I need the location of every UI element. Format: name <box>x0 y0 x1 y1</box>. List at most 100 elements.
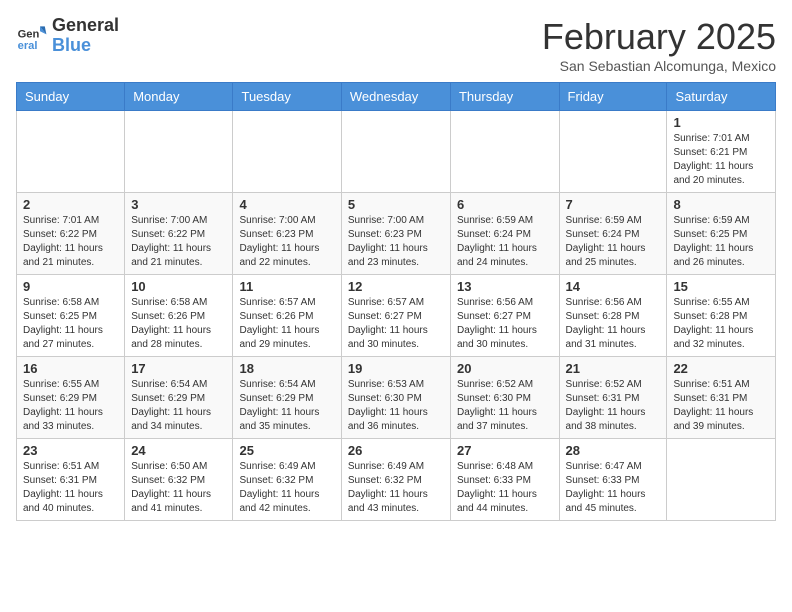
day-info: Sunrise: 6:47 AM Sunset: 6:33 PM Dayligh… <box>566 460 661 516</box>
calendar-day-cell: 26 Sunrise: 6:49 AM Sunset: 6:32 PM Dayli… <box>341 439 450 521</box>
day-info: Sunrise: 6:48 AM Sunset: 6:33 PM Dayligh… <box>457 460 553 516</box>
day-info: Sunrise: 6:51 AM Sunset: 6:31 PM Dayligh… <box>673 378 769 434</box>
calendar-day-cell: 12Sunrise: 6:57 AM Sunset: 6:27 PM Dayli… <box>341 275 450 357</box>
day-info: Sunrise: 7:00 AM Sunset: 6:23 PM Dayligh… <box>239 214 334 270</box>
calendar-day-cell: 10 Sunrise: 6:58 AM Sunset: 6:26 PM Dayli… <box>125 275 233 357</box>
calendar-day-cell: 16 Sunrise: 6:55 AM Sunset: 6:29 PM Dayli… <box>17 357 125 439</box>
calendar-day-cell: 3Sunrise: 7:00 AM Sunset: 6:22 PM Daylig… <box>125 193 233 275</box>
day-info: Sunrise: 6:50 AM Sunset: 6:32 PM Dayligh… <box>131 460 226 516</box>
day-number: 21 <box>566 361 661 376</box>
weekday-header-friday: Friday <box>559 83 667 111</box>
calendar-day-cell: 13 Sunrise: 6:56 AM Sunset: 6:27 PM Dayli… <box>450 275 559 357</box>
calendar-day-cell <box>341 111 450 193</box>
calendar-day-cell: 19 Sunrise: 6:53 AM Sunset: 6:30 PM Dayli… <box>341 357 450 439</box>
svg-text:eral: eral <box>18 40 38 52</box>
calendar-day-cell: 5 Sunrise: 7:00 AM Sunset: 6:23 PM Daylig… <box>341 193 450 275</box>
day-number: 5 <box>348 197 444 212</box>
day-number: 15 <box>673 279 769 294</box>
month-title: February 2025 <box>542 16 776 58</box>
day-info: Sunrise: 6:59 AM Sunset: 6:24 PM Dayligh… <box>457 214 553 270</box>
day-number: 11 <box>239 279 334 294</box>
calendar-day-cell: 25Sunrise: 6:49 AM Sunset: 6:32 PM Dayli… <box>233 439 341 521</box>
location-text: San Sebastian Alcomunga, Mexico <box>542 58 776 74</box>
calendar-day-cell <box>125 111 233 193</box>
calendar-day-cell <box>559 111 667 193</box>
day-info: Sunrise: 6:52 AM Sunset: 6:31 PM Dayligh… <box>566 378 661 434</box>
calendar-table: SundayMondayTuesdayWednesdayThursdayFrid… <box>16 82 776 521</box>
day-number: 6 <box>457 197 553 212</box>
day-info: Sunrise: 7:01 AM Sunset: 6:21 PM Dayligh… <box>673 132 769 188</box>
day-number: 12 <box>348 279 444 294</box>
calendar-day-cell: 2Sunrise: 7:01 AM Sunset: 6:22 PM Daylig… <box>17 193 125 275</box>
calendar-day-cell: 9 Sunrise: 6:58 AM Sunset: 6:25 PM Daylig… <box>17 275 125 357</box>
calendar-week-row: 16 Sunrise: 6:55 AM Sunset: 6:29 PM Dayli… <box>17 357 776 439</box>
calendar-week-row: 2Sunrise: 7:01 AM Sunset: 6:22 PM Daylig… <box>17 193 776 275</box>
weekday-header-wednesday: Wednesday <box>341 83 450 111</box>
day-info: Sunrise: 6:49 AM Sunset: 6:32 PM Dayligh… <box>348 460 444 516</box>
day-number: 7 <box>566 197 661 212</box>
calendar-day-cell: 6 Sunrise: 6:59 AM Sunset: 6:24 PM Daylig… <box>450 193 559 275</box>
day-number: 26 <box>348 443 444 458</box>
calendar-day-cell: 27 Sunrise: 6:48 AM Sunset: 6:33 PM Dayli… <box>450 439 559 521</box>
calendar-day-cell: 17 Sunrise: 6:54 AM Sunset: 6:29 PM Dayli… <box>125 357 233 439</box>
day-number: 10 <box>131 279 226 294</box>
calendar-day-cell <box>17 111 125 193</box>
calendar-day-cell: 4 Sunrise: 7:00 AM Sunset: 6:23 PM Daylig… <box>233 193 341 275</box>
day-number: 13 <box>457 279 553 294</box>
day-number: 9 <box>23 279 118 294</box>
day-number: 1 <box>673 115 769 130</box>
calendar-day-cell: 15 Sunrise: 6:55 AM Sunset: 6:28 PM Dayli… <box>667 275 776 357</box>
logo-icon: Gen eral <box>16 20 48 52</box>
day-info: Sunrise: 6:56 AM Sunset: 6:27 PM Dayligh… <box>457 296 553 352</box>
day-info: Sunrise: 6:56 AM Sunset: 6:28 PM Dayligh… <box>566 296 661 352</box>
day-number: 8 <box>673 197 769 212</box>
calendar-day-cell: 20 Sunrise: 6:52 AM Sunset: 6:30 PM Dayli… <box>450 357 559 439</box>
day-number: 16 <box>23 361 118 376</box>
calendar-day-cell <box>450 111 559 193</box>
weekday-header-row: SundayMondayTuesdayWednesdayThursdayFrid… <box>17 83 776 111</box>
weekday-header-saturday: Saturday <box>667 83 776 111</box>
page-header: Gen eral General Blue February 2025 San … <box>16 16 776 74</box>
logo-text: General Blue <box>52 16 119 56</box>
day-info: Sunrise: 7:00 AM Sunset: 6:23 PM Dayligh… <box>348 214 444 270</box>
calendar-week-row: 23 Sunrise: 6:51 AM Sunset: 6:31 PM Dayli… <box>17 439 776 521</box>
calendar-day-cell: 28Sunrise: 6:47 AM Sunset: 6:33 PM Dayli… <box>559 439 667 521</box>
logo-general-text: General <box>52 16 119 36</box>
day-info: Sunrise: 6:51 AM Sunset: 6:31 PM Dayligh… <box>23 460 118 516</box>
calendar-day-cell: 11Sunrise: 6:57 AM Sunset: 6:26 PM Dayli… <box>233 275 341 357</box>
weekday-header-tuesday: Tuesday <box>233 83 341 111</box>
calendar-day-cell: 7 Sunrise: 6:59 AM Sunset: 6:24 PM Daylig… <box>559 193 667 275</box>
day-info: Sunrise: 6:52 AM Sunset: 6:30 PM Dayligh… <box>457 378 553 434</box>
day-number: 17 <box>131 361 226 376</box>
calendar-day-cell: 18Sunrise: 6:54 AM Sunset: 6:29 PM Dayli… <box>233 357 341 439</box>
logo: Gen eral General Blue <box>16 16 119 56</box>
day-number: 24 <box>131 443 226 458</box>
day-info: Sunrise: 6:58 AM Sunset: 6:26 PM Dayligh… <box>131 296 226 352</box>
day-info: Sunrise: 6:55 AM Sunset: 6:29 PM Dayligh… <box>23 378 118 434</box>
day-info: Sunrise: 6:54 AM Sunset: 6:29 PM Dayligh… <box>131 378 226 434</box>
day-number: 19 <box>348 361 444 376</box>
calendar-day-cell: 8Sunrise: 6:59 AM Sunset: 6:25 PM Daylig… <box>667 193 776 275</box>
day-info: Sunrise: 7:01 AM Sunset: 6:22 PM Dayligh… <box>23 214 118 270</box>
weekday-header-thursday: Thursday <box>450 83 559 111</box>
calendar-day-cell: 22 Sunrise: 6:51 AM Sunset: 6:31 PM Dayli… <box>667 357 776 439</box>
day-number: 22 <box>673 361 769 376</box>
day-number: 4 <box>239 197 334 212</box>
day-info: Sunrise: 6:59 AM Sunset: 6:24 PM Dayligh… <box>566 214 661 270</box>
day-number: 27 <box>457 443 553 458</box>
logo-blue-text: Blue <box>52 36 119 56</box>
day-number: 25 <box>239 443 334 458</box>
calendar-week-row: 9 Sunrise: 6:58 AM Sunset: 6:25 PM Daylig… <box>17 275 776 357</box>
calendar-day-cell: 23 Sunrise: 6:51 AM Sunset: 6:31 PM Dayli… <box>17 439 125 521</box>
calendar-day-cell: 14 Sunrise: 6:56 AM Sunset: 6:28 PM Dayli… <box>559 275 667 357</box>
calendar-week-row: 1 Sunrise: 7:01 AM Sunset: 6:21 PM Daylig… <box>17 111 776 193</box>
calendar-day-cell: 24 Sunrise: 6:50 AM Sunset: 6:32 PM Dayli… <box>125 439 233 521</box>
day-number: 23 <box>23 443 118 458</box>
day-info: Sunrise: 6:58 AM Sunset: 6:25 PM Dayligh… <box>23 296 118 352</box>
day-info: Sunrise: 6:54 AM Sunset: 6:29 PM Dayligh… <box>239 378 334 434</box>
calendar-day-cell <box>667 439 776 521</box>
day-number: 20 <box>457 361 553 376</box>
day-info: Sunrise: 6:55 AM Sunset: 6:28 PM Dayligh… <box>673 296 769 352</box>
day-number: 14 <box>566 279 661 294</box>
day-info: Sunrise: 6:53 AM Sunset: 6:30 PM Dayligh… <box>348 378 444 434</box>
